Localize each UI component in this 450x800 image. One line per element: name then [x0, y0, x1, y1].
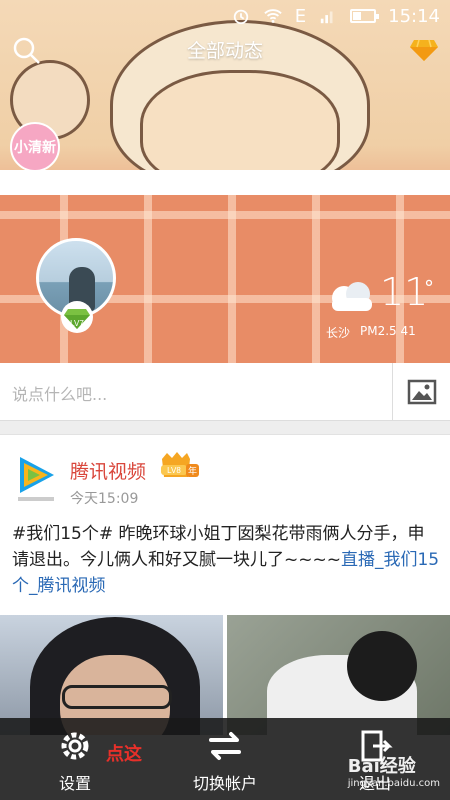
status-time: 15:14 — [388, 5, 440, 27]
wifi-icon — [264, 9, 282, 23]
photo-glasses — [62, 685, 172, 709]
weather-widget[interactable]: 11 ° 长沙 PM2.5 41 — [326, 270, 436, 346]
post-time: 今天15:09 — [70, 491, 139, 507]
year-badge-text: 年 — [188, 465, 197, 477]
gear-icon — [61, 732, 89, 760]
photo-head — [347, 631, 417, 701]
weather-city: 长沙 — [326, 326, 351, 340]
post-content: #我们15个# 昨晚环球小姐丁囡梨花带雨俩人分手，申请退出。今儿俩人和好又腻一块… — [12, 521, 440, 599]
tap-here-annotation: 点这 — [106, 744, 142, 765]
feed-post[interactable]: 腾讯视频 LV8 年 今天15:09 #我们15个# 昨晚环球小姐丁囡梨花带雨俩… — [0, 434, 450, 735]
badge-text: 小清新 — [14, 140, 56, 156]
cloud-icon — [332, 282, 372, 311]
menu-item-label: 设置 — [58, 774, 91, 793]
tencent-video-logo — [18, 457, 54, 501]
vip-level-text: LV8 — [167, 466, 181, 475]
battery-icon — [350, 9, 380, 23]
image-icon — [407, 379, 436, 405]
composer-placeholder[interactable]: 说点什么吧... — [12, 381, 107, 405]
network-type: E — [294, 5, 307, 27]
add-photo-button[interactable] — [392, 363, 450, 421]
vip-level-badge-icon: LV8 年 — [161, 452, 199, 477]
watermark-sub: jingyan.baidu.com — [347, 778, 440, 789]
status-composer[interactable]: 说点什么吧... — [0, 363, 450, 421]
degree-symbol: ° — [424, 276, 434, 300]
post-author[interactable]: 腾讯视频 — [70, 457, 146, 484]
signal-icon — [320, 11, 333, 24]
level-text: LV7 — [70, 319, 84, 328]
weather-temperature: 11 — [380, 270, 429, 314]
post-photos — [0, 615, 450, 735]
fresh-theme-badge[interactable]: 小清新 — [10, 122, 60, 172]
watermark: Bai经验 jingyan.baidu.com — [348, 752, 440, 789]
menu-item-label: 切换帐户 — [192, 774, 257, 793]
page-title: 全部动态 — [186, 40, 263, 62]
watermark-text: Bai经验 — [347, 756, 416, 777]
post-photo[interactable] — [227, 615, 450, 735]
post-photo[interactable] — [0, 615, 223, 735]
weather-pm25: PM2.5 41 — [360, 324, 416, 338]
menu-item-switch-account[interactable]: 切换帐户 — [150, 718, 300, 800]
level-badge-icon: LV7 — [61, 301, 93, 333]
switch-account-icon — [209, 732, 241, 760]
diamond-icon[interactable] — [410, 38, 438, 62]
status-bar: E 15:14 — [0, 0, 450, 32]
alarm-icon — [233, 9, 248, 25]
